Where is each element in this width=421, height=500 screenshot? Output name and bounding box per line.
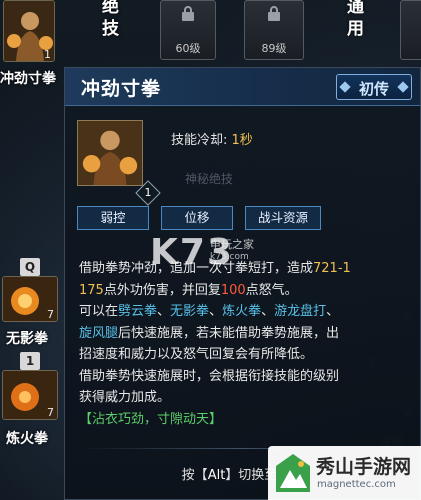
hotkey-badge-1: 1 bbox=[20, 352, 40, 370]
tag-ruokong: 弱控 bbox=[77, 206, 149, 230]
locked-slot-89[interactable]: 89级 bbox=[244, 0, 304, 60]
cooldown-value: 1秒 bbox=[231, 133, 253, 148]
skill-slot-wuying[interactable]: 7 bbox=[2, 276, 58, 322]
skill-slot-chongjin[interactable]: 1 bbox=[3, 0, 55, 62]
k73-url: k73.com bbox=[210, 252, 249, 262]
skill-description: 借助拳势冲劲，追加一次寸拳短打，造成721-1 175点外功伤害，并回复100点… bbox=[79, 258, 415, 430]
cooldown-label: 技能冷却: bbox=[171, 133, 232, 148]
tab-tongyong[interactable]: 通用 bbox=[347, 0, 365, 40]
slot-label-chongjin: 冲劲寸拳 bbox=[0, 71, 56, 87]
skill-tooltip: 冲劲寸拳 初传 1 技能冷却: 1秒 神秘绝技 弱控 位移 战斗资源 借助拳势冲… bbox=[64, 67, 421, 500]
lock-icon bbox=[182, 6, 194, 21]
skill-slot-lianhuo[interactable]: 7 bbox=[2, 370, 58, 420]
slot-count: 7 bbox=[47, 308, 54, 321]
skill-title: 冲劲寸拳 bbox=[81, 78, 162, 100]
slot-label-lianhuo: 炼火拳 bbox=[6, 431, 48, 447]
k73-sub-text: 电玩之家 bbox=[210, 238, 254, 251]
mountain-logo-icon bbox=[276, 454, 310, 492]
desc-line: 175点外功伤害，并回复100点怒气。 bbox=[79, 282, 298, 298]
ghost-text: 神秘绝技 bbox=[185, 172, 234, 186]
tag-zhandou-ziyuan: 战斗资源 bbox=[245, 206, 321, 230]
skill-level-badge: 1 bbox=[135, 180, 161, 206]
desc-line: 招速度和威力以及怒气回复会有所降低。 bbox=[79, 347, 314, 362]
site-name: 秀山手游网 bbox=[316, 456, 412, 478]
tab-juеji[interactable]: 绝技 bbox=[102, 0, 120, 40]
skill-quote: 【沾衣巧劲，寸隙动天】 bbox=[79, 411, 223, 427]
slot-partial-right[interactable] bbox=[400, 0, 421, 60]
slot-level: 89级 bbox=[261, 42, 287, 55]
desc-line: 可以在劈云拳、无影拳、炼火拳、游龙盘打、 bbox=[79, 304, 340, 319]
tooltip-header: 冲劲寸拳 初传 bbox=[65, 68, 420, 106]
site-watermark: 秀山手游网 magnettec.com bbox=[268, 446, 421, 500]
lock-icon bbox=[268, 6, 280, 21]
slot-level: 60级 bbox=[175, 42, 201, 55]
tag-weiyi: 位移 bbox=[161, 206, 233, 230]
slot-count: 7 bbox=[47, 406, 54, 419]
rank-badge: 初传 bbox=[336, 74, 412, 100]
cooldown: 技能冷却: 1秒 bbox=[171, 129, 253, 148]
k73-watermark: K73 电玩之家 k73.com bbox=[150, 232, 300, 282]
desc-line: 旋风腿后快速施展，若未能借助拳势施展，出 bbox=[79, 325, 340, 341]
hotkey-badge-q: Q bbox=[20, 258, 40, 276]
locked-slot-60[interactable]: 60级 bbox=[160, 0, 216, 60]
desc-line: 借助拳势快速施展时，会根据衔接技能的级别 bbox=[79, 368, 340, 384]
slot-count: 1 bbox=[44, 48, 51, 61]
site-url: magnettec.com bbox=[317, 479, 396, 490]
slot-label-wuying: 无影拳 bbox=[6, 331, 48, 347]
skill-icon bbox=[77, 120, 143, 186]
alt-key-label: Alt bbox=[207, 468, 226, 483]
fist-fighter-icon bbox=[78, 121, 142, 185]
desc-line: 获得威力加成。 bbox=[79, 390, 171, 405]
